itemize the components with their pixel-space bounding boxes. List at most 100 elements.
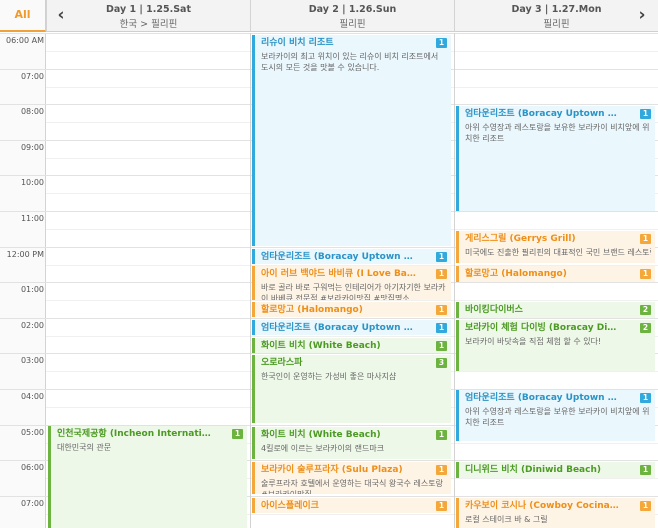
event-title: 바이킹다이버스	[465, 305, 523, 315]
hour-line	[0, 318, 658, 319]
event-count-badge: 1	[640, 465, 651, 475]
day-2-subtitle: 필리핀	[339, 19, 366, 30]
event-count-badge: 1	[436, 323, 447, 333]
time-label: 06:00 AM	[6, 36, 44, 45]
event-count-badge: 1	[436, 341, 447, 351]
event-card[interactable]: 디니위드 비치 (Diniwid Beach) 1	[456, 462, 655, 478]
time-label: 06:00	[20, 463, 44, 472]
event-title: 디니위드 비치 (Diniwid Beach)	[465, 465, 601, 475]
day-2-title: Day 2 | 1.26.Sun	[308, 4, 397, 15]
event-title: 아이 러브 백야드 바비큐 (I Love Ba…	[261, 269, 416, 279]
event-card[interactable]: 리슈이 비치 리조트 보라카이의 최고 위치이 있는 리슈이 비치 리조트에서 …	[252, 35, 451, 246]
schedule-grid: 06:00 AM 07:00 08:00 09:00 10:00 11:00 12:00 P…	[0, 33, 658, 528]
event-card[interactable]: 엄타운리조트 (Boracay Uptown … 1	[252, 249, 451, 264]
event-title: 엄타운리조트 (Boracay Uptown …	[261, 252, 413, 262]
event-description: 바로 골라 바로 구워먹는 인테리어가 아기자기한 보라카이 바베큐 전문점 #…	[261, 283, 446, 300]
event-card[interactable]: 할로망고 (Halomango) 1	[456, 266, 655, 282]
time-label: 12:00 PM	[6, 250, 44, 259]
event-count-badge: 1	[436, 465, 447, 475]
event-description: 보라카이 바닷속을 직접 체험 할 수 있다!	[465, 337, 602, 346]
time-label: 08:00	[20, 107, 44, 116]
event-card[interactable]: 엄타운리조트 (Boracay Uptown … 1	[252, 320, 451, 335]
day-2-header[interactable]: Day 2 | 1.26.Sun 필리핀	[250, 0, 454, 32]
event-card[interactable]: 화이트 비치 (White Beach) 1	[252, 338, 451, 353]
event-card[interactable]: 게리스그릴 (Gerrys Grill) 미국에도 진출한 필리핀의 대표적인 …	[456, 231, 655, 263]
event-title: 할로망고 (Halomango)	[261, 305, 363, 315]
day-1-title: Day 1 | 1.25.Sat	[105, 4, 192, 15]
event-card[interactable]: 보라카이 술루프라자 (Sulu Plaza) 술루프라자 호텔에서 운영하는 …	[252, 462, 451, 494]
time-label: 09:00	[20, 143, 44, 152]
event-card[interactable]: 보라카이 체험 다이빙 (Boracay Di… 보라카이 바닷속을 직접 체험…	[456, 320, 655, 371]
event-count-badge: 1	[436, 305, 447, 315]
time-label: 02:00	[20, 321, 44, 330]
time-label: 03:00	[20, 356, 44, 365]
event-count-badge: 1	[640, 501, 651, 511]
day-1-subtitle: 한국 > 필리핀	[119, 19, 178, 30]
event-title: 보라카이 술루프라자 (Sulu Plaza)	[261, 465, 403, 475]
event-title: 할로망고 (Halomango)	[465, 269, 567, 279]
event-card[interactable]: 카우보이 코시나 (Cowboy Cocina… 로컬 스테이크 바 & 그릴 …	[456, 498, 655, 528]
event-title: 오로라스파	[261, 358, 303, 368]
event-title: 인천국제공항 (Incheon Internati…	[57, 429, 211, 439]
event-card[interactable]: 아이스플레이크 1	[252, 498, 451, 513]
event-title: 게리스그릴 (Gerrys Grill)	[465, 234, 576, 244]
event-count-badge: 1	[436, 38, 447, 48]
time-label: 10:00	[20, 178, 44, 187]
event-description: 술루프라자 호텔에서 운영하는 대국식 왕국수 레스토랑 #보라카이맛집	[261, 479, 443, 494]
event-description: 보라카이의 최고 위치이 있는 리슈이 비치 리조트에서 도시의 모든 것을 맛…	[261, 52, 439, 72]
all-days-tab[interactable]: All	[0, 0, 46, 32]
event-card[interactable]: 바이킹다이버스 2	[456, 302, 655, 318]
event-title: 화이트 비치 (White Beach)	[261, 341, 381, 351]
time-label: 07:00	[20, 72, 44, 81]
event-card[interactable]: 아이 러브 백야드 바비큐 (I Love Ba… 바로 골라 바로 구워먹는 …	[252, 266, 451, 300]
day-divider	[250, 33, 251, 528]
day-divider	[454, 33, 455, 528]
day-1-header[interactable]: Day 1 | 1.25.Sat 한국 > 필리핀	[46, 0, 250, 32]
event-count-badge: 2	[640, 323, 651, 333]
event-description: 4킬로에 이르는 보라카이의 랜드마크	[261, 444, 385, 453]
event-count-badge: 1	[232, 429, 243, 439]
event-title: 화이트 비치 (White Beach)	[261, 430, 381, 440]
next-day-chevron-icon[interactable]: ›	[631, 0, 653, 32]
event-description: 대한민국의 관문	[57, 443, 112, 452]
time-label: 07:00	[20, 499, 44, 508]
event-title: 카우보이 코시나 (Cowboy Cocina…	[465, 501, 619, 511]
event-card[interactable]: 엄타운리조트 (Boracay Uptown … 아위 수영장과 레스토랑을 보…	[456, 390, 655, 441]
time-label: 05:00	[20, 428, 44, 437]
event-card[interactable]: 오로라스파 한국인이 운영하는 가성비 좋은 마사지샵 3	[252, 355, 451, 423]
event-count-badge: 1	[640, 269, 651, 279]
event-card[interactable]: 인천국제공항 (Incheon Internati… 대한민국의 관문 1	[48, 426, 247, 528]
time-label: 04:00	[20, 392, 44, 401]
event-count-badge: 2	[640, 305, 651, 315]
time-label: 01:00	[20, 285, 44, 294]
event-description: 아위 수영장과 레스토랑을 보유한 보라카이 비치앞에 위치한 리조트	[465, 407, 650, 427]
event-description: 로컬 스테이크 바 & 그릴	[465, 515, 548, 524]
event-count-badge: 1	[640, 109, 651, 119]
event-title: 아이스플레이크	[261, 501, 319, 511]
event-title: 엄타운리조트 (Boracay Uptown …	[465, 109, 617, 119]
event-description: 아위 수영장과 레스토랑을 보유한 보라카이 비치앞에 위치한 리조트	[465, 123, 650, 143]
event-count-badge: 1	[436, 252, 447, 262]
event-count-badge: 1	[436, 501, 447, 511]
hour-line	[0, 33, 658, 34]
day-3-header[interactable]: Day 3 | 1.27.Mon 필리핀	[454, 0, 658, 32]
calendar-header: All ‹ Day 1 | 1.25.Sat 한국 > 필리핀 Day 2 | …	[0, 0, 658, 32]
event-title: 보라카이 체험 다이빙 (Boracay Di…	[465, 323, 617, 333]
event-card[interactable]: 엄타운리조트 (Boracay Uptown … 아위 수영장과 레스토랑을 보…	[456, 106, 655, 211]
event-count-badge: 1	[640, 234, 651, 244]
event-count-badge: 1	[640, 393, 651, 403]
event-count-badge: 1	[436, 269, 447, 279]
event-title: 리슈이 비치 리조트	[261, 38, 334, 48]
event-count-badge: 3	[436, 358, 447, 368]
day-3-title: Day 3 | 1.27.Mon	[511, 4, 602, 15]
event-card[interactable]: 화이트 비치 (White Beach) 4킬로에 이르는 보라카이의 랜드마크…	[252, 427, 451, 459]
event-title: 엄타운리조트 (Boracay Uptown …	[465, 393, 617, 403]
time-label: 11:00	[20, 214, 44, 223]
event-title: 엄타운리조트 (Boracay Uptown …	[261, 323, 413, 333]
event-card[interactable]: 할로망고 (Halomango) 1	[252, 302, 451, 317]
day-3-subtitle: 필리핀	[543, 19, 570, 30]
event-count-badge: 1	[436, 430, 447, 440]
half-hour-line	[46, 300, 658, 301]
event-description: 한국인이 운영하는 가성비 좋은 마사지샵	[261, 372, 397, 381]
event-description: 미국에도 진출한 필리핀의 대표적인 국민 브랜드 레스토랑	[465, 248, 651, 257]
